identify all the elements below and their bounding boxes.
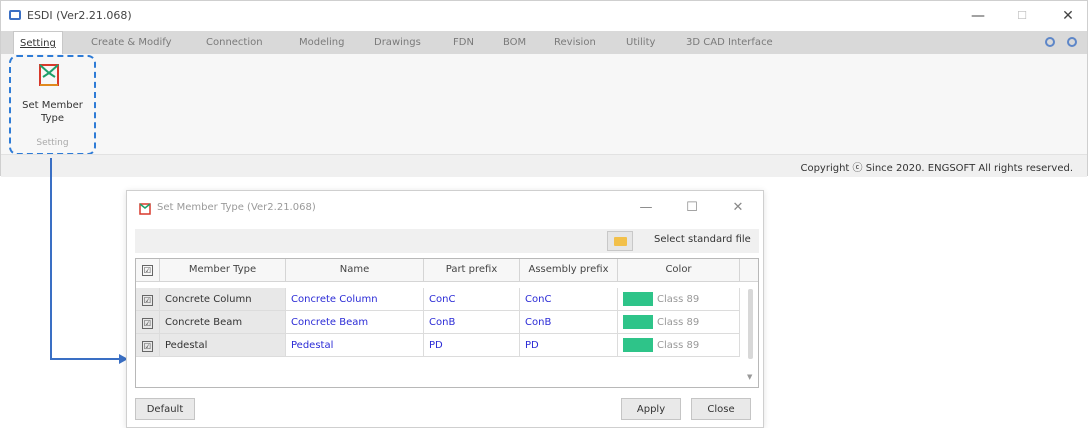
menu-modeling[interactable]: Modeling — [299, 31, 345, 54]
part-prefix-cell[interactable]: PD — [424, 334, 520, 357]
vertical-scrollbar[interactable]: ▼ — [746, 283, 756, 385]
menu-bar: Setting Create & Modify Connection Model… — [1, 31, 1087, 54]
set-member-type-button[interactable]: Set Member Type — [11, 99, 94, 125]
color-class-label: Class 89 — [657, 294, 700, 305]
set-member-type-dialog: Set Member Type (Ver2.21.068) — ☐ ✕ Sele… — [126, 190, 764, 428]
set-member-type-icon[interactable] — [37, 63, 61, 87]
color-class-label: Class 89 — [657, 340, 700, 351]
column-header-assembly-prefix[interactable]: Assembly prefix — [520, 259, 618, 281]
row-checkbox[interactable]: ☑ — [136, 288, 160, 311]
minimize-button[interactable]: — — [963, 5, 993, 27]
dialog-toolbar: Select standard file — [135, 229, 759, 253]
open-folder-button[interactable] — [607, 231, 633, 251]
assembly-prefix-cell[interactable]: ConC — [520, 288, 618, 311]
part-prefix-cell[interactable]: ConC — [424, 288, 520, 311]
row-checkbox[interactable]: ☑ — [136, 334, 160, 357]
dialog-app-icon — [139, 203, 151, 215]
name-cell[interactable]: Pedestal — [286, 334, 424, 357]
color-cell[interactable]: Class 89 — [618, 288, 740, 311]
checkbox-icon: ☑ — [142, 265, 153, 276]
assembly-prefix-cell[interactable]: PD — [520, 334, 618, 357]
copyright-text: Copyright ⓒ Since 2020. ENGSOFT All righ… — [800, 163, 1073, 174]
menu-drawings[interactable]: Drawings — [374, 31, 421, 54]
dialog-title: Set Member Type (Ver2.21.068) — [157, 202, 316, 213]
color-cell[interactable]: Class 89 — [618, 334, 740, 357]
member-type-cell: Concrete Column — [160, 288, 286, 311]
scrollbar-thumb[interactable] — [748, 289, 753, 359]
column-header-name[interactable]: Name — [286, 259, 424, 281]
color-swatch — [623, 338, 653, 352]
header-select-all-checkbox[interactable]: ☑ — [136, 259, 160, 281]
close-dialog-button[interactable]: Close — [691, 398, 751, 420]
name-cell[interactable]: Concrete Beam — [286, 311, 424, 334]
status-bar: Copyright ⓒ Since 2020. ENGSOFT All righ… — [1, 154, 1087, 177]
select-standard-file-label[interactable]: Select standard file — [654, 234, 751, 245]
app-icon — [9, 10, 21, 20]
dialog-minimize-button[interactable]: — — [633, 197, 659, 219]
info-icon[interactable] — [1045, 37, 1055, 47]
color-cell[interactable]: Class 89 — [618, 311, 740, 334]
part-prefix-cell[interactable]: ConB — [424, 311, 520, 334]
color-swatch — [623, 315, 653, 329]
menu-setting[interactable]: Setting — [13, 31, 63, 54]
menu-connection[interactable]: Connection — [206, 31, 263, 54]
menu-create-modify[interactable]: Create & Modify — [91, 31, 172, 54]
ribbon: Set Member Type Setting — [1, 54, 1087, 155]
row-checkbox[interactable]: ☑ — [136, 311, 160, 334]
maximize-button[interactable]: ☐ — [1007, 5, 1037, 27]
name-cell[interactable]: Concrete Column — [286, 288, 424, 311]
member-type-grid: ☑ Member Type Name Part prefix Assembly … — [135, 258, 759, 388]
set-member-type-label-line2: Type — [41, 113, 64, 124]
apply-button[interactable]: Apply — [621, 398, 681, 420]
menu-bom[interactable]: BOM — [503, 31, 526, 54]
member-type-cell: Pedestal — [160, 334, 286, 357]
color-swatch — [623, 292, 653, 306]
column-header-part-prefix[interactable]: Part prefix — [424, 259, 520, 281]
menu-revision[interactable]: Revision — [554, 31, 596, 54]
menu-utility[interactable]: Utility — [626, 31, 655, 54]
table-row[interactable]: ☑ Concrete Column Concrete Column ConC C… — [136, 288, 746, 311]
dialog-maximize-button[interactable]: ☐ — [679, 197, 705, 219]
checkbox-icon: ☑ — [142, 341, 153, 352]
connector-line — [50, 358, 120, 360]
help-icon[interactable] — [1067, 37, 1077, 47]
column-header-member-type[interactable]: Member Type — [160, 259, 286, 281]
default-button[interactable]: Default — [135, 398, 195, 420]
assembly-prefix-cell[interactable]: ConB — [520, 311, 618, 334]
folder-icon — [614, 237, 627, 246]
checkbox-icon: ☑ — [142, 318, 153, 329]
app-title: ESDI (Ver2.21.068) — [27, 9, 132, 22]
ribbon-group-setting: Set Member Type Setting — [9, 55, 96, 155]
color-class-label: Class 89 — [657, 317, 700, 328]
menu-fdn[interactable]: FDN — [453, 31, 474, 54]
scroll-down-arrow-icon[interactable]: ▼ — [747, 373, 752, 381]
menu-3d-cad-interface[interactable]: 3D CAD Interface — [686, 31, 773, 54]
member-type-cell: Concrete Beam — [160, 311, 286, 334]
connector-line — [50, 158, 52, 360]
table-row[interactable]: ☑ Pedestal Pedestal PD PD Class 89 — [136, 334, 746, 357]
title-bar: ESDI (Ver2.21.068) — ☐ ✕ — [1, 1, 1087, 31]
table-row[interactable]: ☑ Concrete Beam Concrete Beam ConB ConB … — [136, 311, 746, 334]
set-member-type-label-line1: Set Member — [22, 100, 83, 111]
main-window: ESDI (Ver2.21.068) — ☐ ✕ Setting Create … — [0, 0, 1088, 177]
close-button[interactable]: ✕ — [1053, 5, 1083, 27]
checkbox-icon: ☑ — [142, 295, 153, 306]
ribbon-group-label: Setting — [36, 138, 69, 148]
dialog-close-button[interactable]: ✕ — [725, 197, 751, 219]
column-header-color[interactable]: Color — [618, 259, 740, 281]
grid-header: ☑ Member Type Name Part prefix Assembly … — [136, 259, 758, 282]
